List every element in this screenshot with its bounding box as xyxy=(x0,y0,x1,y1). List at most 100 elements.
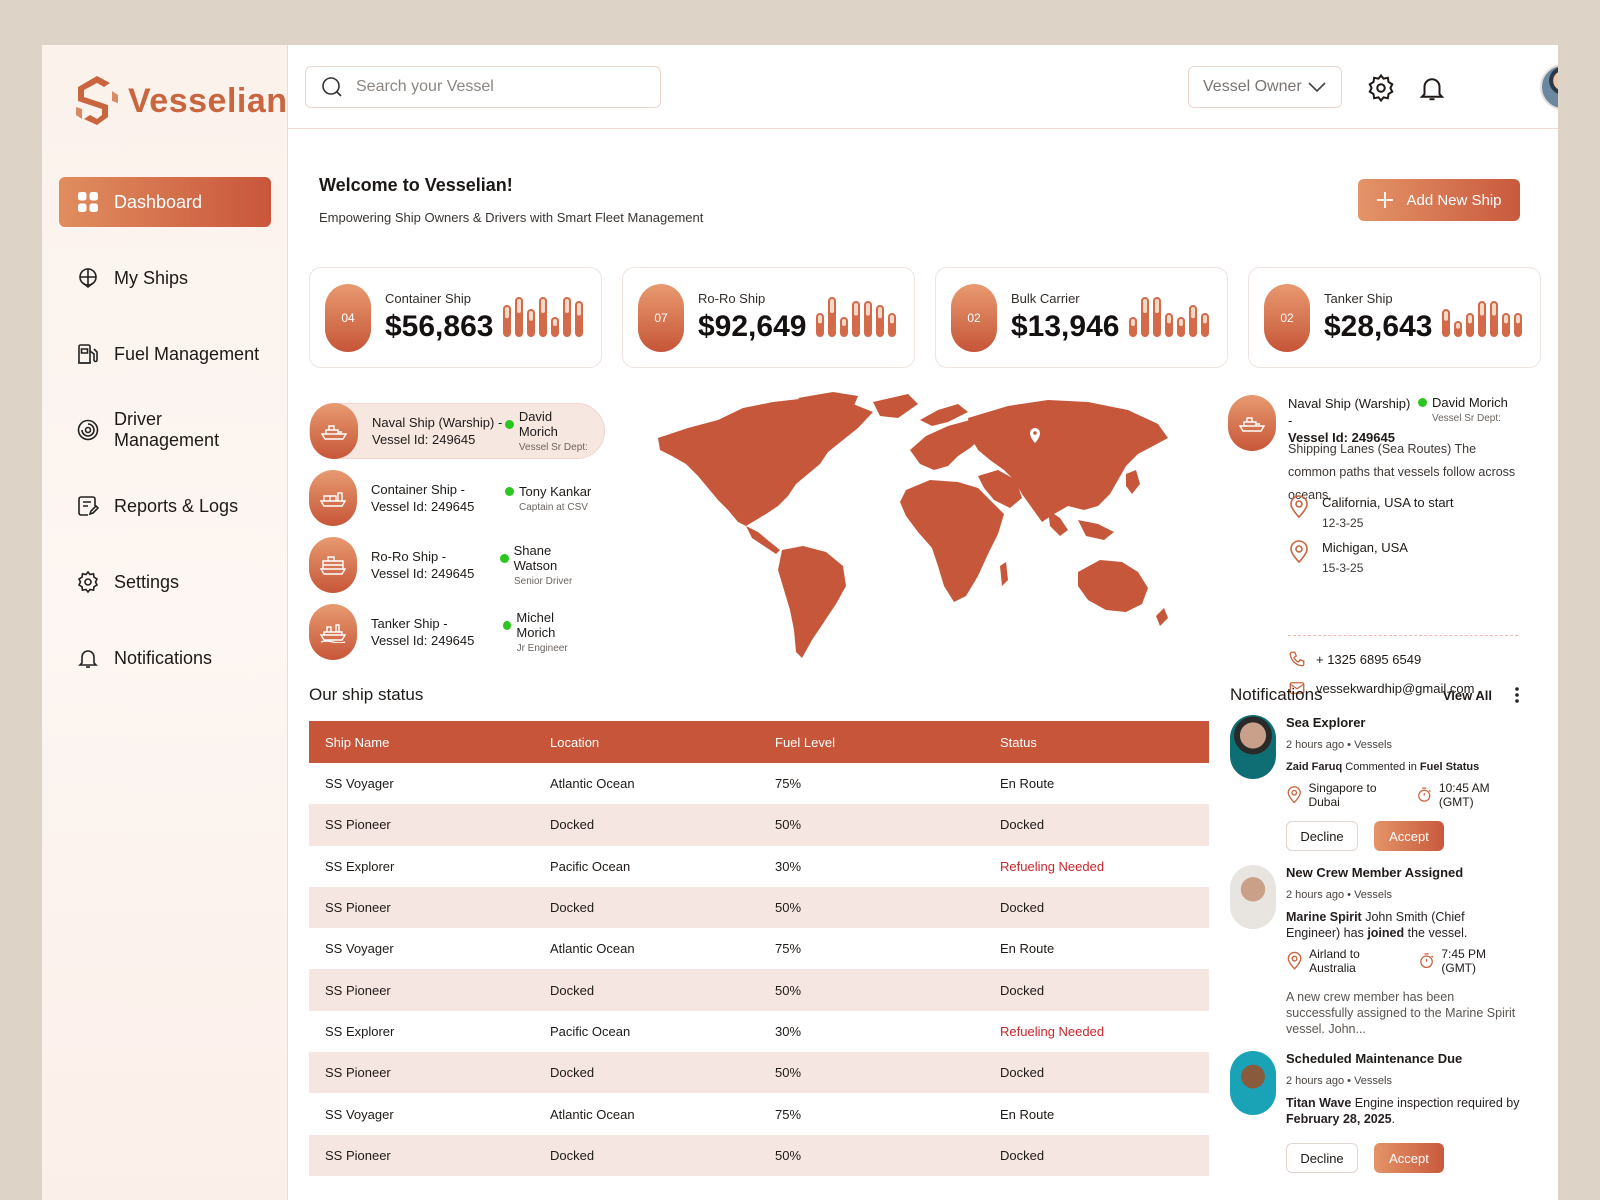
notification-item[interactable]: Sea Explorer 2 hours ago • Vessels Zaid … xyxy=(1230,715,1520,855)
stat-card-tanker-ship[interactable]: 02 Tanker Ship $28,643 xyxy=(1248,267,1541,368)
sidebar-item-label: Settings xyxy=(114,571,180,592)
location-pin-icon xyxy=(1290,495,1308,519)
search-input[interactable] xyxy=(356,78,636,96)
more-options-icon[interactable] xyxy=(1514,686,1520,704)
sidebar-item-my-ships[interactable]: My Ships xyxy=(59,253,271,303)
sparkline-bar-highlight xyxy=(866,303,870,316)
table-cell: SS Explorer xyxy=(325,858,395,874)
column-header[interactable]: Ship Name xyxy=(309,721,534,763)
add-new-ship-label: Add New Ship xyxy=(1406,191,1502,209)
table-cell: En Route xyxy=(1000,941,1055,957)
column-header[interactable]: Location xyxy=(534,721,759,763)
accept-button[interactable]: Accept xyxy=(1374,1143,1444,1173)
contact-phone[interactable]: + 1325 6895 6549 xyxy=(1288,650,1421,668)
vessel-id: Vessel Id: 249645 xyxy=(371,633,475,648)
table-row[interactable]: SS Pioneer Docked 50% Docked xyxy=(309,886,1209,929)
table-row[interactable]: SS Pioneer Docked 50% Docked xyxy=(309,804,1209,846)
table-row[interactable]: SS Explorer Pacific Ocean 30% Refueling Nee… xyxy=(309,1011,1209,1052)
welcome-section: Welcome to Vesselian! Empowering Ship Ow… xyxy=(319,175,703,225)
ship-name: Tanker Ship - xyxy=(371,616,448,631)
driver-role: Jr Engineer xyxy=(516,643,568,654)
ship-list-item[interactable]: Ro-Ro Ship - Vessel Id: 249645 Shane Wat… xyxy=(309,537,605,593)
logo[interactable]: Vesselian xyxy=(74,73,288,129)
table-row[interactable]: SS Voyager Atlantic Ocean 75% En Route xyxy=(309,1093,1209,1134)
driver-name: Tony Kankar xyxy=(519,483,592,499)
vessel-id: Vessel Id: 249645 xyxy=(372,432,476,447)
sparkline-bar-highlight xyxy=(1480,303,1484,316)
app-name: Vesselian xyxy=(128,81,288,120)
sparkline-bar-highlight xyxy=(1179,319,1183,326)
sidebar-item-label: Dashboard xyxy=(114,191,203,212)
map-asia xyxy=(968,400,1168,522)
avatar xyxy=(1230,715,1276,779)
ship-list-item[interactable]: Naval Ship (Warship) - Vessel Id: 249645… xyxy=(309,403,605,459)
notification-bell-icon[interactable] xyxy=(1417,73,1447,103)
route-destination: Michigan, USA 15-3-25 xyxy=(1288,540,1408,575)
bell-icon xyxy=(78,650,98,668)
sidebar-item-dashboard[interactable]: Dashboard xyxy=(59,177,271,227)
ship-status-title: Our ship status xyxy=(309,685,424,704)
table-cell: En Route xyxy=(1000,1106,1055,1122)
sidebar-item-label: Fuel Management xyxy=(114,343,260,364)
world-map[interactable] xyxy=(648,390,1188,665)
notification-time: 7:45 PM (GMT) xyxy=(1441,947,1487,975)
notification-meta: 2 hours ago • Vessels xyxy=(1286,1075,1392,1087)
stat-value: $28,643 xyxy=(1324,310,1433,343)
sidebar-item-driver-management[interactable]: Driver Management xyxy=(59,405,271,455)
driver-name: Michel Morich xyxy=(516,610,556,640)
stat-label: Tanker Ship xyxy=(1324,291,1393,306)
online-status-dot xyxy=(505,486,514,496)
table-row[interactable]: SS Pioneer Docked 50% Docked xyxy=(309,1134,1209,1176)
stat-label: Container Ship xyxy=(385,291,471,306)
ship-list-item[interactable]: Tanker Ship - Vessel Id: 249645 Michel M… xyxy=(309,604,605,660)
ship-list: Naval Ship (Warship) - Vessel Id: 249645… xyxy=(309,403,605,671)
table-row[interactable]: SS Pioneer Docked 50% Docked xyxy=(309,969,1209,1011)
sidebar-item-reports-logs[interactable]: Reports & Logs xyxy=(59,481,271,531)
table-cell: SS Pioneer xyxy=(309,1052,534,1094)
table-row[interactable]: SS Voyager Atlantic Ocean 75% En Route xyxy=(309,763,1209,804)
sidebar-item-settings[interactable]: Settings xyxy=(59,557,271,607)
driver-role: Captain at CSV xyxy=(519,501,588,513)
roro-ship-icon xyxy=(309,537,357,593)
table-row[interactable]: SS Explorer Pacific Ocean 30% Refueling Nee… xyxy=(309,846,1209,887)
column-header[interactable]: Fuel Level xyxy=(759,721,984,763)
container-ship-icon xyxy=(309,470,357,526)
decline-button[interactable]: Decline xyxy=(1286,1143,1358,1173)
user-avatar[interactable] xyxy=(1540,64,1558,110)
ship-list-item[interactable]: Container Ship - Vessel Id: 249645 Tony … xyxy=(309,470,605,526)
table-cell: 75% xyxy=(775,1106,802,1122)
stat-card-roro-ship[interactable]: 07 Ro-Ro Ship $92,649 xyxy=(622,267,915,368)
search-box[interactable] xyxy=(305,66,661,108)
table-cell: 50% xyxy=(759,886,984,929)
avatar xyxy=(1230,865,1276,929)
sidebar-item-notifications[interactable]: Notifications xyxy=(59,633,271,683)
view-all-link[interactable]: View All xyxy=(1443,688,1492,703)
table-cell: 50% xyxy=(759,804,984,846)
accept-button[interactable]: Accept xyxy=(1374,821,1444,851)
notification-item[interactable]: Scheduled Maintenance Due 2 hours ago • … xyxy=(1230,1051,1520,1191)
notification-item[interactable]: New Crew Member Assigned 2 hours ago • V… xyxy=(1230,865,1520,1036)
sidebar-item-fuel-management[interactable]: Fuel Management xyxy=(59,329,271,379)
role-dropdown-value: Vessel Owner xyxy=(1203,78,1302,95)
sparkline-bar-highlight xyxy=(1155,299,1159,313)
stat-card-bulk-carrier[interactable]: 02 Bulk Carrier $13,946 xyxy=(935,267,1228,368)
notification-meta: 2 hours ago • Vessels xyxy=(1286,739,1392,751)
table-cell: Atlantic Ocean xyxy=(550,1106,635,1122)
settings-gear-icon[interactable] xyxy=(1366,73,1396,103)
stat-count-badge: 02 xyxy=(951,283,997,352)
stat-card-container-ship[interactable]: 04 Container Ship $56,863 xyxy=(309,267,602,368)
tanker-ship-icon xyxy=(309,604,357,660)
sparkline-bar-highlight xyxy=(529,311,533,321)
sparkline-bar-highlight xyxy=(1504,315,1508,324)
decline-button[interactable]: Decline xyxy=(1286,821,1358,851)
notification-route: Airland to Australia xyxy=(1309,947,1360,975)
sparkline-bar-highlight xyxy=(1143,299,1147,313)
ship-name: Container Ship - xyxy=(371,482,465,497)
table-row[interactable]: SS Pioneer Docked 50% Docked xyxy=(309,1052,1209,1094)
online-status-dot xyxy=(502,620,512,630)
ship-icon xyxy=(79,268,97,289)
role-dropdown[interactable]: Vessel Owner xyxy=(1188,66,1342,108)
column-header[interactable]: Status xyxy=(984,721,1209,763)
table-row[interactable]: SS Voyager Atlantic Ocean 75% En Route xyxy=(309,928,1209,969)
add-new-ship-button[interactable]: Add New Ship xyxy=(1358,179,1520,221)
